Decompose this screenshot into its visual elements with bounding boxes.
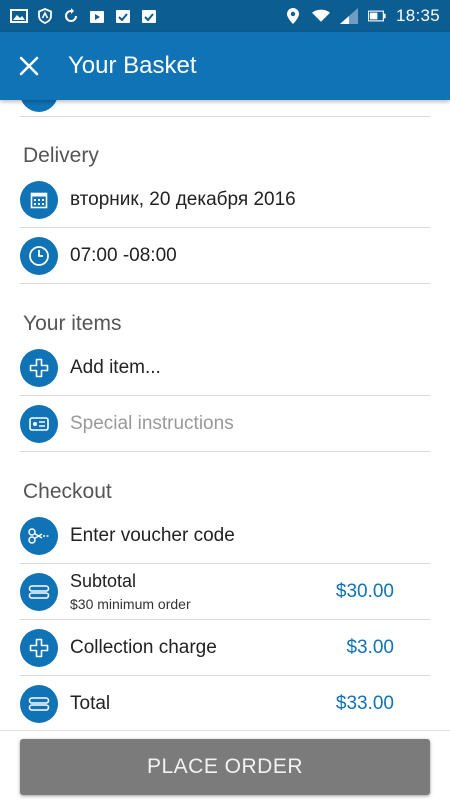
clipboard-check-icon [140, 8, 158, 24]
battery-icon [367, 8, 386, 24]
scissors-icon [20, 516, 58, 555]
summary-icon [20, 684, 58, 723]
plus-icon [20, 628, 58, 667]
note-icon [20, 404, 58, 443]
clock-time: 18:35 [395, 6, 440, 25]
minimum-order-note: $30 minimum order [70, 596, 191, 612]
divider [20, 116, 430, 117]
status-bar: 18:35 [0, 0, 450, 32]
sync-icon [62, 8, 80, 24]
voucher-row[interactable]: Enter voucher code [20, 508, 430, 564]
delivery-date: вторник, 20 декабря 2016 [70, 188, 296, 210]
subtotal-label: Subtotal [70, 571, 137, 591]
voucher-code-field[interactable]: Enter voucher code [70, 525, 235, 547]
checkout-section-title: Checkout [23, 480, 112, 503]
basket-content[interactable]: Delivery вторник, 20 декабря 2016 07:00 … [0, 100, 450, 730]
summary-icon [20, 572, 58, 611]
system-icons: 18:35 [284, 6, 440, 26]
collection-charge-row: Collection charge $3.00 [20, 620, 430, 676]
delivery-section-title: Delivery [23, 144, 99, 167]
subtotal-row: Subtotal $30 minimum order $30.00 [20, 564, 430, 620]
add-item-label: Add item... [70, 356, 161, 378]
notification-icons [10, 8, 158, 24]
play-store-icon [88, 8, 106, 24]
subtotal-text: Subtotal $30 minimum order [70, 571, 191, 612]
subtotal-value: $30.00 [335, 580, 394, 602]
delivery-date-row[interactable]: вторник, 20 декабря 2016 [20, 172, 430, 228]
location-icon [284, 8, 302, 24]
clipboard-check-icon [114, 8, 132, 24]
delivery-time: 07:00 -08:00 [70, 244, 177, 266]
place-order-button[interactable]: PLACE ORDER [20, 739, 430, 795]
close-icon [19, 56, 39, 76]
wifi-icon [311, 8, 330, 24]
plus-icon [20, 348, 58, 387]
close-button[interactable] [0, 32, 58, 100]
app-bar: Your Basket [0, 32, 450, 100]
shield-icon [36, 8, 54, 24]
add-item-row[interactable]: Add item... [20, 340, 430, 396]
total-row: Total $33.00 [20, 676, 430, 730]
special-instructions-field[interactable]: Special instructions [70, 413, 234, 435]
delivery-time-row[interactable]: 07:00 -08:00 [20, 228, 430, 284]
clock-icon [20, 236, 58, 275]
photo-icon [10, 8, 28, 24]
collection-charge-value: $3.00 [346, 636, 394, 658]
page-title: Your Basket [68, 52, 197, 79]
items-section-title: Your items [23, 312, 122, 335]
hidden-row-circle [20, 100, 58, 112]
bottom-bar: PLACE ORDER [0, 730, 450, 800]
special-instructions-row[interactable]: Special instructions [20, 396, 430, 452]
total-value: $33.00 [335, 692, 394, 714]
collection-charge-label: Collection charge [70, 636, 217, 658]
signal-icon [339, 8, 358, 24]
calendar-icon [20, 180, 58, 219]
total-label: Total [70, 692, 111, 714]
